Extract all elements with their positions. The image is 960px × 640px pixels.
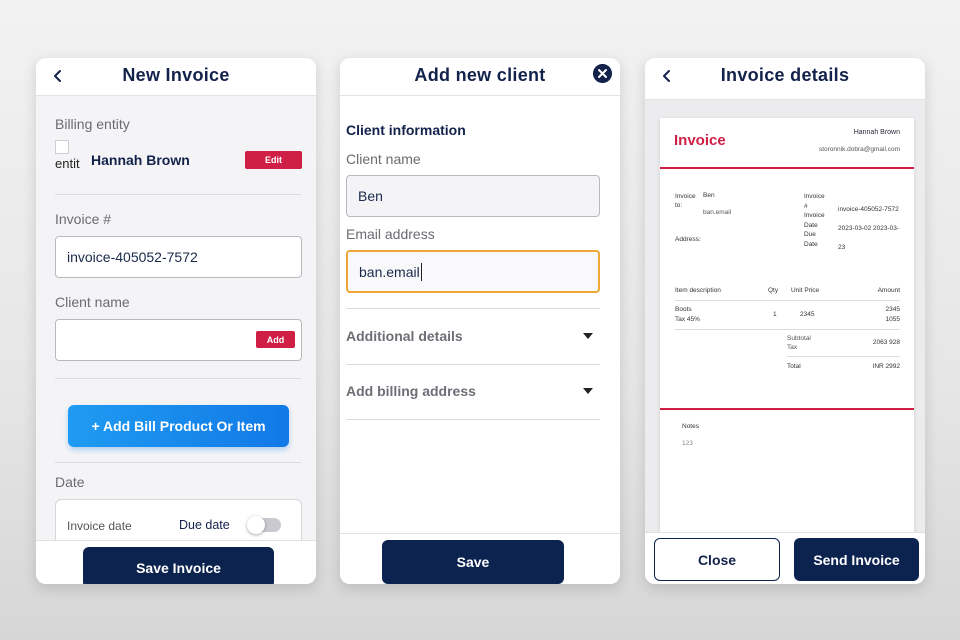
invoice-document: Invoice Hannah Brown storonnik.dobra@gma…	[660, 118, 914, 538]
save-invoice-button[interactable]: Save Invoice	[83, 547, 274, 584]
invoice-date-label: Invoice date	[67, 519, 132, 533]
new-invoice-screen: New Invoice Billing entity entit Hannah …	[36, 58, 316, 584]
divider	[55, 378, 301, 379]
notes-label: Notes	[682, 423, 699, 430]
subtotal-label: Subtotal	[787, 335, 811, 342]
col-qty: Qty	[768, 287, 779, 294]
col-item-description: Item description	[675, 287, 721, 294]
edit-entity-button[interactable]: Edit	[245, 151, 302, 169]
additional-details-label[interactable]: Additional details	[346, 328, 463, 344]
invoice-meta-values: invoice-405052-7572 2023-03-02 2023-03-2…	[838, 206, 900, 251]
item-name: Boots	[675, 306, 692, 313]
date-label: Date	[55, 474, 85, 490]
entity-name: Hannah Brown	[91, 152, 190, 168]
header: New Invoice	[36, 58, 316, 96]
toggle-knob	[247, 516, 265, 534]
due-date-label: Due date	[179, 518, 230, 532]
item-unit-price: 2345	[800, 311, 815, 318]
save-button[interactable]: Save	[382, 540, 564, 584]
add-bill-item-button[interactable]: + Add Bill Product Or Item	[68, 405, 289, 447]
to-name: Ben	[703, 192, 715, 199]
billing-entity-label: Billing entity	[55, 116, 130, 132]
invoice-number-input[interactable]: invoice-405052-7572	[55, 236, 302, 278]
divider	[55, 194, 301, 195]
notes-value: 123	[682, 440, 693, 447]
page-title: Add new client	[414, 65, 546, 85]
header: Invoice details	[645, 58, 925, 100]
invoice-number-label: Invoice #	[55, 211, 112, 227]
from-email: storonnik.dobra@gmail.com	[818, 146, 900, 153]
notes-rule	[660, 408, 914, 410]
item-tax-amount: 1055	[885, 316, 900, 323]
email-input[interactable]: ban.email	[346, 250, 600, 293]
col-amount: Amount	[877, 287, 900, 294]
close-icon[interactable]	[593, 64, 612, 83]
total-label: Total	[787, 363, 801, 370]
page-title: Invoice details	[720, 65, 850, 85]
client-name-input[interactable]: Ben	[346, 175, 600, 217]
client-name-label: Client name	[55, 294, 130, 310]
client-name-label: Client name	[346, 151, 421, 167]
close-button[interactable]: Close	[654, 538, 780, 581]
tax-label: Tax	[787, 344, 798, 351]
page-title: New Invoice	[122, 65, 230, 85]
due-date-toggle[interactable]	[247, 516, 281, 534]
table-rule	[675, 329, 900, 330]
divider	[55, 462, 301, 463]
section-title: Client information	[346, 122, 466, 138]
table-rule	[675, 300, 900, 301]
item-qty: 1	[773, 311, 777, 318]
email-label: Email address	[346, 226, 435, 242]
add-client-screen: Add new client Client information Client…	[340, 58, 620, 584]
total-value: INR 2992	[872, 363, 900, 370]
entity-logo-alt-text: entit	[55, 156, 80, 171]
divider	[346, 419, 600, 420]
email-value: ban.email	[359, 263, 420, 280]
divider	[346, 364, 600, 365]
entity-logo-placeholder	[55, 140, 69, 154]
text-cursor	[420, 262, 422, 281]
invoice-details-screen: Invoice details Invoice Hannah Brown sto…	[645, 58, 925, 584]
header: Add new client	[340, 58, 620, 96]
item-amount: 2345	[885, 306, 900, 313]
invoice-heading: Invoice	[674, 132, 726, 149]
item-tax: Tax 45%	[675, 316, 700, 323]
chevron-down-icon[interactable]	[583, 333, 593, 340]
invoice-to-label: Invoice to:	[675, 193, 696, 209]
address-label: Address:	[675, 236, 701, 243]
from-name: Hannah Brown	[853, 129, 900, 136]
subtotal-value: 2063 928	[872, 339, 900, 346]
chevron-down-icon[interactable]	[583, 388, 593, 395]
invoice-meta-labels: Invoice # Invoice Date Due Date	[804, 193, 825, 248]
to-email: ban.email	[703, 209, 732, 216]
divider	[346, 308, 600, 309]
totals-rule	[787, 356, 900, 357]
billing-address-label[interactable]: Add billing address	[346, 383, 476, 399]
header-rule	[660, 167, 914, 169]
col-unit-price: Unit Price	[791, 287, 820, 294]
add-client-button[interactable]: Add	[256, 331, 295, 348]
send-invoice-button[interactable]: Send Invoice	[794, 538, 919, 581]
